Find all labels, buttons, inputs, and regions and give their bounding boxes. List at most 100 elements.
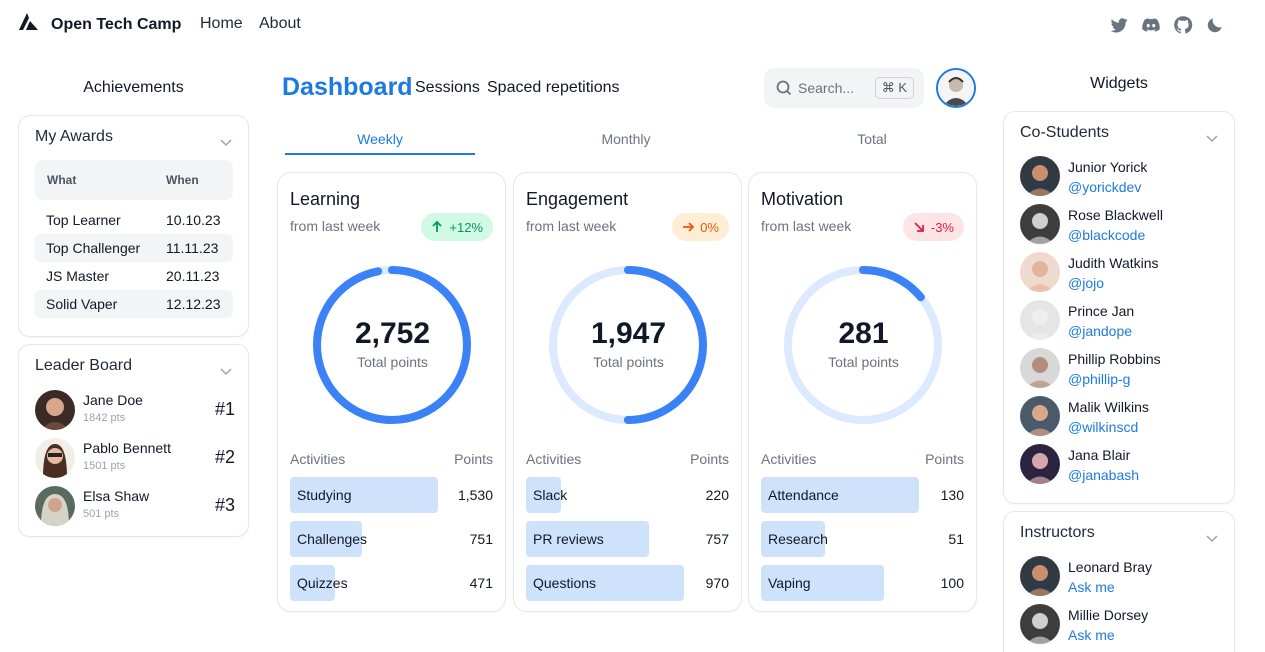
trend-value: +12% [449, 219, 483, 235]
activity-name: Attendance [768, 487, 839, 503]
avatar [35, 486, 75, 526]
avatar [1020, 204, 1060, 244]
logo-icon [18, 12, 39, 37]
nav-link-home[interactable]: Home [200, 15, 243, 33]
person-name: Jana Blair [1068, 447, 1131, 463]
twitter-icon[interactable] [1108, 14, 1130, 36]
trend-badge: 0% [672, 213, 729, 241]
tab-total[interactable]: Total [777, 131, 967, 147]
leader-name: Pablo Bennett [83, 440, 171, 456]
award-what: Top Learner [46, 212, 121, 228]
discord-icon[interactable] [1140, 14, 1162, 36]
search-placeholder: Search... [798, 80, 855, 96]
leader-name: Elsa Shaw [83, 488, 150, 504]
activity-points: 1,530 [457, 487, 493, 503]
activity-name: Quizzes [297, 575, 348, 591]
award-when: 20.11.23 [166, 268, 220, 284]
activities-header: Activities [761, 451, 817, 467]
arrow-right-icon [683, 222, 695, 232]
person-name: Judith Watkins [1068, 255, 1159, 271]
award-row: Solid Vaper 12.12.23 [35, 290, 233, 318]
points-header: Points [454, 451, 493, 467]
person-handle-link[interactable]: @yorickdev [1068, 179, 1141, 195]
user-avatar[interactable] [936, 68, 976, 108]
activities-header: Activities [526, 451, 582, 467]
ask-me-link[interactable]: Ask me [1068, 579, 1115, 595]
search-input[interactable]: Search... ⌘ K [764, 68, 924, 108]
trend-value: 0% [700, 219, 719, 235]
activity-points: 130 [940, 487, 964, 503]
activity-name: Slack [533, 487, 568, 503]
card-subtitle: from last week [526, 218, 617, 234]
avatar [35, 390, 75, 430]
nav-link-spaced-repetitions[interactable]: Spaced repetitions [487, 79, 620, 97]
activity-points: 757 [705, 531, 729, 547]
avatar [1020, 252, 1060, 292]
total-points-label: Total points [828, 354, 899, 370]
activity-name: Research [768, 531, 828, 547]
card-title: Motivation [761, 189, 844, 209]
person-handle-link[interactable]: @blackcode [1068, 227, 1145, 243]
leader-rank: #1 [214, 399, 235, 419]
avatar [1020, 156, 1060, 196]
activity-points: 471 [469, 575, 493, 591]
arrow-up-icon [432, 221, 443, 232]
person-name: Leonard Bray [1068, 559, 1153, 575]
leaderboard-entry[interactable]: Pablo Bennett 1501 pts #2 [35, 436, 235, 480]
person-name: Rose Blackwell [1068, 207, 1163, 223]
activity-points: 970 [705, 575, 729, 591]
activity-name: PR reviews [533, 531, 604, 547]
total-points-label: Total points [357, 354, 428, 370]
co-students-panel: Co-Students Junior Yorick @yorickdev Ros… [1003, 111, 1235, 504]
activity-points: 51 [948, 531, 964, 547]
nav-link-sessions[interactable]: Sessions [415, 79, 480, 97]
avatar [1020, 396, 1060, 436]
leaderboard-entry[interactable]: Elsa Shaw 501 pts #3 [35, 484, 235, 528]
person-handle-link[interactable]: @janabash [1068, 467, 1139, 483]
chevron-down-icon[interactable] [1206, 130, 1218, 143]
chevron-down-icon[interactable] [220, 363, 232, 376]
award-when: 11.11.23 [166, 240, 219, 256]
person-name: Junior Yorick [1068, 159, 1148, 175]
brand-link[interactable]: Open Tech Camp [18, 12, 181, 37]
moon-icon[interactable] [1204, 14, 1226, 36]
awards-col-what: What [47, 173, 77, 187]
dashboard-title[interactable]: Dashboard [282, 73, 413, 102]
search-icon [776, 80, 792, 96]
award-when: 12.12.23 [166, 296, 221, 312]
total-points-value: 281 [838, 317, 889, 350]
person-name: Malik Wilkins [1068, 399, 1149, 415]
award-row: JS Master 20.11.23 [35, 262, 233, 290]
tab-weekly[interactable]: Weekly [285, 131, 475, 147]
ask-me-link[interactable]: Ask me [1068, 627, 1115, 643]
search-shortcut: ⌘ K [874, 77, 914, 99]
avatar [1020, 604, 1060, 644]
activity-name: Questions [533, 575, 597, 591]
brand-name: Open Tech Camp [51, 15, 182, 33]
person-handle-link[interactable]: @phillip-g [1068, 371, 1130, 387]
achievements-heading: Achievements [83, 79, 184, 96]
chevron-down-icon[interactable] [220, 134, 232, 147]
person-handle-link[interactable]: @wilkinscd [1068, 419, 1138, 435]
tab-monthly[interactable]: Monthly [531, 131, 721, 147]
avatar [1020, 300, 1060, 340]
leader-rank: #2 [214, 447, 235, 467]
chevron-down-icon[interactable] [1206, 530, 1218, 543]
leaderboard-entry[interactable]: Jane Doe 1842 pts #1 [35, 388, 235, 432]
avatar [1020, 444, 1060, 484]
top-navbar: Open Tech Camp Home About [0, 0, 1265, 48]
person-name: Prince Jan [1068, 303, 1135, 319]
activity-name: Studying [297, 487, 352, 503]
activity-points: 100 [940, 575, 964, 591]
activity-points: 751 [469, 531, 493, 547]
my-awards-panel: My Awards What When Top Learner 10.10.23… [18, 115, 249, 337]
instructors-panel: Instructors Leonard Bray Ask me Millie D… [1003, 511, 1235, 652]
card-subtitle: from last week [761, 218, 852, 234]
card-subtitle: from last week [290, 218, 381, 234]
person-handle-link[interactable]: @jojo [1068, 275, 1104, 291]
awards-table-header: What When [35, 160, 233, 200]
person-handle-link[interactable]: @jandope [1068, 323, 1132, 339]
nav-link-about[interactable]: About [259, 15, 301, 33]
leader-board-panel: Leader Board Jane Doe 1842 pts #1 Pablo … [18, 344, 249, 537]
github-icon[interactable] [1172, 14, 1194, 36]
